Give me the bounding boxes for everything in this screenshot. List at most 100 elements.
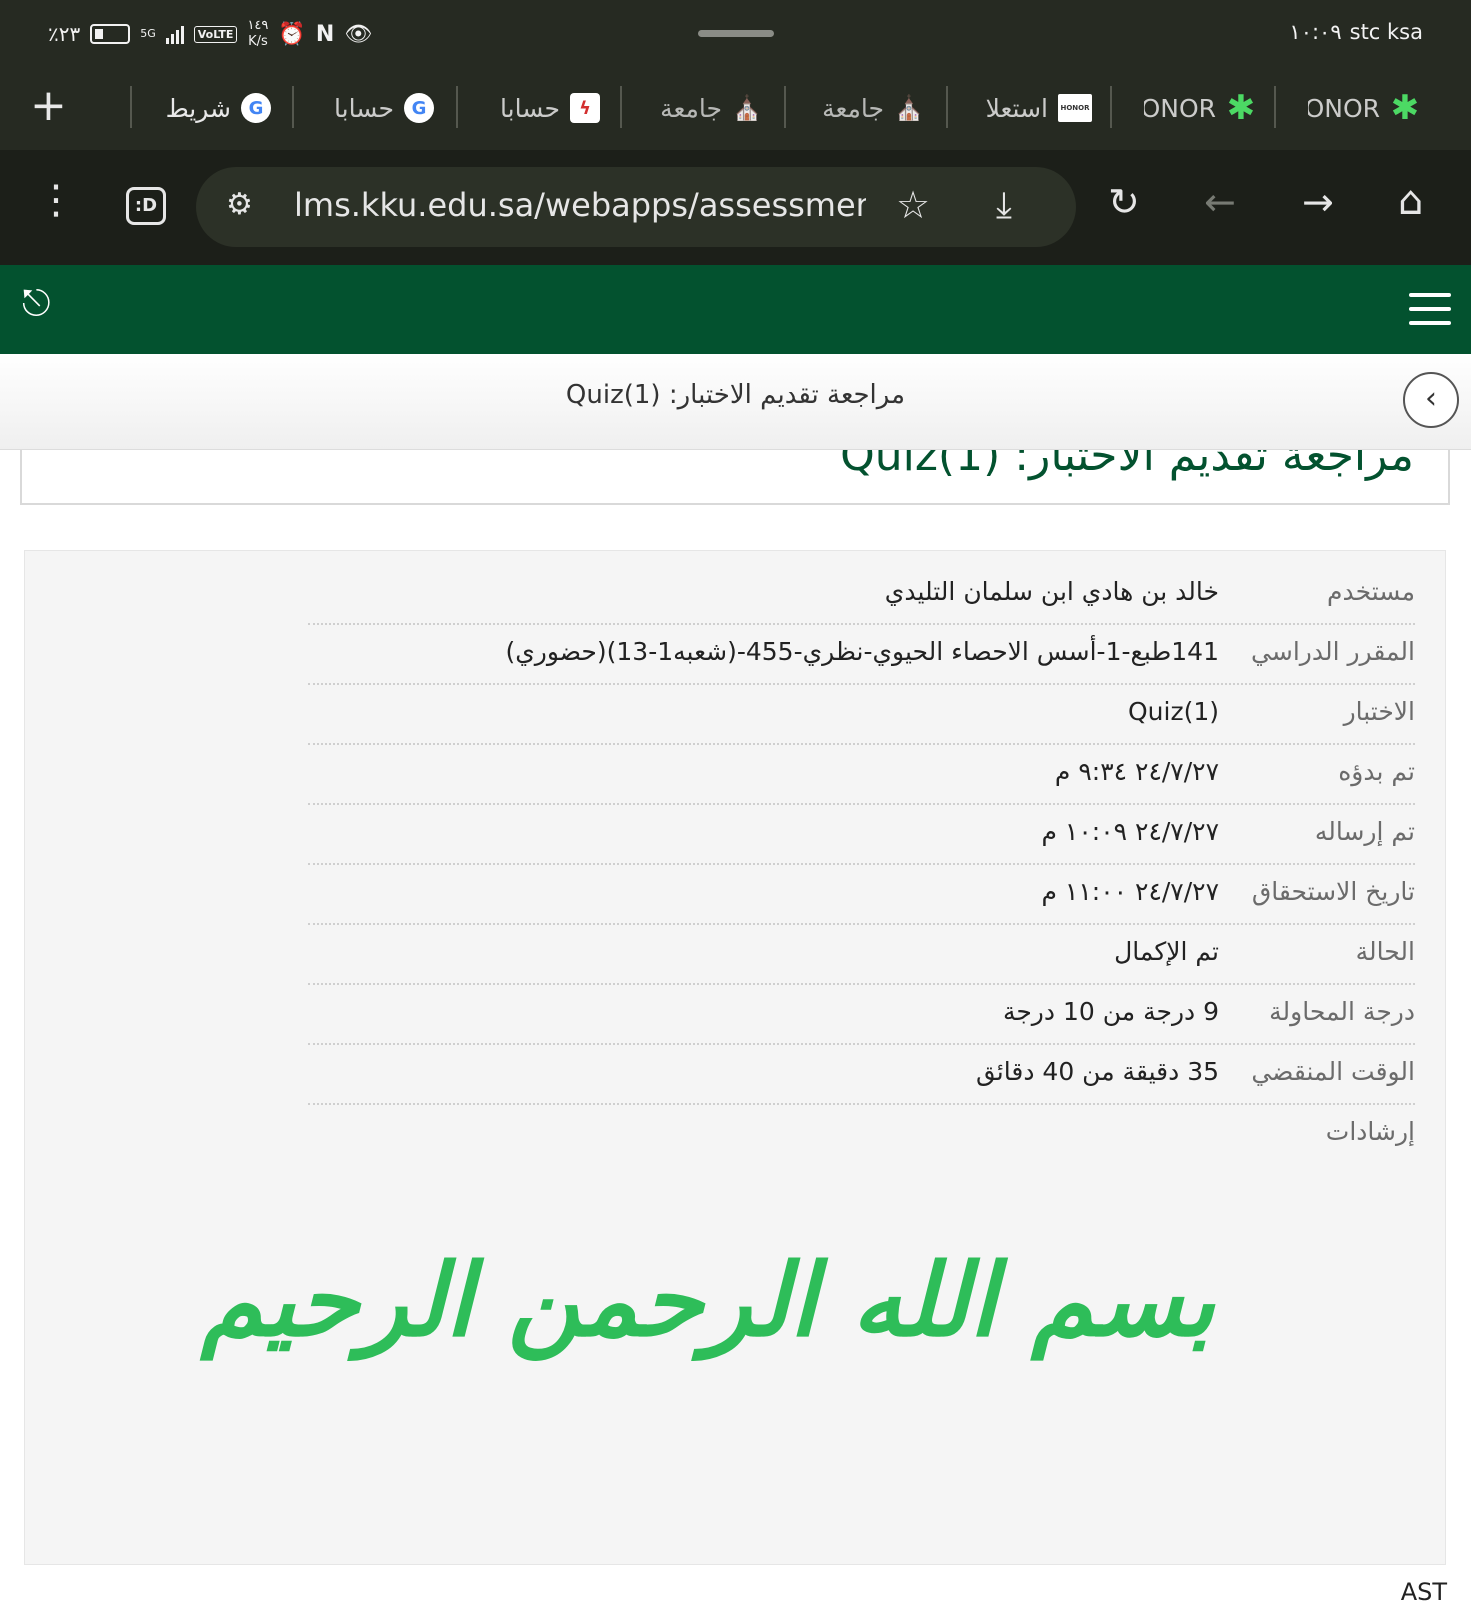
detail-value: ٢٤/٧/٢٧ ١٠:٠٩ م bbox=[1041, 817, 1219, 846]
university-icon: ⛪ bbox=[894, 94, 924, 122]
breadcrumb-header: مراجعة تقديم الاختبار: Quiz(1) ‹ bbox=[0, 354, 1471, 450]
university-icon: ⛪ bbox=[732, 94, 762, 122]
detail-label: الحالة bbox=[1355, 937, 1415, 966]
tab-label: استعلا bbox=[985, 93, 1048, 123]
detail-row: الحالة تم الإكمال bbox=[308, 925, 1415, 985]
drag-handle[interactable] bbox=[698, 30, 774, 37]
asterisk-icon: ✱ bbox=[1390, 88, 1420, 128]
tab-item[interactable]: HONOR استعلا bbox=[972, 88, 1092, 128]
status-bar: ٪٢٣ 5G VoLTE ١٤٩ K/s ⏰ N 👁 ١٠:٠٩ stc ksa bbox=[0, 0, 1471, 72]
more-menu-icon[interactable]: ⋮ bbox=[36, 180, 76, 220]
submission-details-panel: مستخدم خالد بن هادي ابن سلمان التليدي ال… bbox=[24, 550, 1446, 1565]
tab-label: حسابا bbox=[334, 93, 394, 123]
tab-item[interactable]: ϟ حسابا bbox=[484, 88, 600, 128]
tab-item[interactable]: ✱ HONOR bbox=[1300, 88, 1420, 128]
bookmark-star-icon[interactable]: ☆ bbox=[896, 183, 930, 227]
detail-row: درجة المحاولة 9 درجة من 10 درجة bbox=[308, 985, 1415, 1045]
status-time: ١٠:٠٩ bbox=[1289, 20, 1342, 44]
hamburger-menu-icon[interactable] bbox=[1409, 293, 1451, 325]
toolbar: ⋮ :D ⚙ lms.kku.edu.sa/webapps/assessment… bbox=[0, 150, 1471, 265]
tab-item[interactable]: ✱ HONOR bbox=[1136, 88, 1256, 128]
detail-row: تم إرساله ٢٤/٧/٢٧ ١٠:٠٩ م bbox=[308, 805, 1415, 865]
tab-label: HONOR bbox=[1144, 93, 1216, 123]
tab-separator bbox=[292, 86, 294, 128]
detail-row: تاريخ الاستحقاق ٢٤/٧/٢٧ ١١:٠٠ م bbox=[308, 865, 1415, 925]
home-icon[interactable]: ⌂ bbox=[1398, 178, 1423, 224]
detail-value: تم الإكمال bbox=[1114, 937, 1219, 966]
signal-icon bbox=[165, 24, 184, 44]
tab-item[interactable]: ⛪ جامعة bbox=[812, 88, 924, 128]
tab-separator bbox=[784, 86, 786, 128]
instructions-text: بسم الله الرحمن الرحيم bbox=[200, 1241, 1215, 1359]
status-right-group: ١٠:٠٩ stc ksa bbox=[1289, 20, 1423, 44]
tab-item[interactable]: ⛪ جامعة bbox=[650, 88, 762, 128]
battery-icon bbox=[90, 24, 131, 44]
tab-strip: + G شريط G حسابا ϟ حسابا ⛪ جامعة ⛪ جامعة… bbox=[0, 72, 1471, 150]
detail-value: 35 دقيقة من 40 دقائق bbox=[975, 1057, 1219, 1086]
detail-label: مستخدم bbox=[1327, 577, 1415, 606]
network-speed-unit: K/s bbox=[248, 34, 268, 49]
alarm-icon: ⏰ bbox=[278, 21, 306, 47]
site-settings-icon[interactable]: ⚙ bbox=[226, 187, 253, 222]
red-bolt-icon: ϟ bbox=[570, 93, 600, 123]
detail-row: مستخدم خالد بن هادي ابن سلمان التليدي bbox=[308, 565, 1415, 625]
detail-value: 141طبع-1-أسس الاحصاء الحيوي-نظري-455-(شع… bbox=[505, 637, 1219, 666]
tab-label: جامعة bbox=[822, 93, 884, 123]
detail-value: خالد بن هادي ابن سلمان التليدي bbox=[884, 577, 1219, 606]
desktop-mode-icon[interactable]: :D bbox=[126, 187, 166, 225]
detail-row: المقرر الدراسي 141طبع-1-أسس الاحصاء الحي… bbox=[308, 625, 1415, 685]
battery-percent: ٪٢٣ bbox=[48, 22, 81, 46]
volte-badge: VoLTE bbox=[193, 25, 238, 43]
network-speed-value: ١٤٩ bbox=[247, 18, 269, 33]
tab-separator bbox=[1110, 86, 1112, 128]
download-icon[interactable]: ⤓ bbox=[996, 185, 1012, 227]
tab-item[interactable]: G حسابا bbox=[322, 88, 434, 128]
eye-icon: 👁 bbox=[344, 21, 373, 47]
honor-logo-icon: HONOR bbox=[1058, 94, 1092, 122]
tab-label: HONOR bbox=[1308, 93, 1380, 123]
detail-label: الاختبار bbox=[1343, 697, 1415, 726]
detail-value: Quiz(1) bbox=[1127, 697, 1219, 726]
detail-value: ٢٤/٧/٢٧ ٩:٣٤ م bbox=[1054, 757, 1219, 786]
detail-label: إرشادات bbox=[1325, 1117, 1415, 1146]
back-arrow-icon[interactable]: ← bbox=[1204, 180, 1236, 224]
detail-value: 9 درجة من 10 درجة bbox=[1002, 997, 1219, 1026]
reload-icon[interactable]: ↻ bbox=[1108, 180, 1140, 224]
detail-row: الاختبار Quiz(1) bbox=[308, 685, 1415, 745]
detail-label: الوقت المنقضي bbox=[1251, 1057, 1415, 1086]
detail-row: إرشادات bbox=[308, 1105, 1415, 1165]
tab-separator bbox=[946, 86, 948, 128]
omnibox[interactable]: ⚙ lms.kku.edu.sa/webapps/assessment ☆ ⤓ bbox=[196, 167, 1076, 247]
url-text[interactable]: lms.kku.edu.sa/webapps/assessment bbox=[294, 186, 866, 224]
network-type: 5G bbox=[140, 27, 156, 40]
tab-label: جامعة bbox=[660, 93, 722, 123]
asterisk-icon: ✱ bbox=[1226, 88, 1256, 128]
tab-separator bbox=[130, 86, 132, 128]
google-icon: G bbox=[241, 93, 271, 123]
breadcrumb-title: مراجعة تقديم الاختبار: Quiz(1) bbox=[565, 380, 906, 410]
tab-separator bbox=[1274, 86, 1276, 128]
network-speed: ١٤٩ K/s bbox=[247, 18, 268, 50]
detail-row: تم بدؤه ٢٤/٧/٢٧ ٩:٣٤ م bbox=[308, 745, 1415, 805]
footer-text: AST bbox=[1400, 1578, 1447, 1606]
logout-icon[interactable]: ⎋ bbox=[22, 283, 50, 325]
tab-separator bbox=[456, 86, 458, 128]
lms-app-bar: ⎋ bbox=[0, 265, 1471, 354]
new-tab-button[interactable]: + bbox=[30, 84, 67, 128]
detail-label: تم إرساله bbox=[1314, 817, 1415, 846]
status-left-group: ٪٢٣ 5G VoLTE ١٤٩ K/s ⏰ N 👁 bbox=[48, 18, 372, 50]
chevron-left-icon[interactable]: ‹ bbox=[1403, 372, 1459, 428]
detail-value: ٢٤/٧/٢٧ ١١:٠٠ م bbox=[1041, 877, 1219, 906]
tab-separator bbox=[620, 86, 622, 128]
detail-label: تاريخ الاستحقاق bbox=[1251, 877, 1415, 906]
carrier-name: stc ksa bbox=[1349, 20, 1423, 44]
tab-label: شريط bbox=[166, 93, 231, 123]
forward-arrow-icon[interactable]: → bbox=[1302, 180, 1334, 224]
tab-item[interactable]: G شريط bbox=[166, 88, 271, 128]
detail-row: الوقت المنقضي 35 دقيقة من 40 دقائق bbox=[308, 1045, 1415, 1105]
tab-label: حسابا bbox=[500, 93, 560, 123]
detail-label: تم بدؤه bbox=[1338, 757, 1415, 786]
nfc-icon: N bbox=[315, 21, 335, 47]
detail-label: المقرر الدراسي bbox=[1251, 637, 1415, 666]
google-icon: G bbox=[404, 93, 434, 123]
